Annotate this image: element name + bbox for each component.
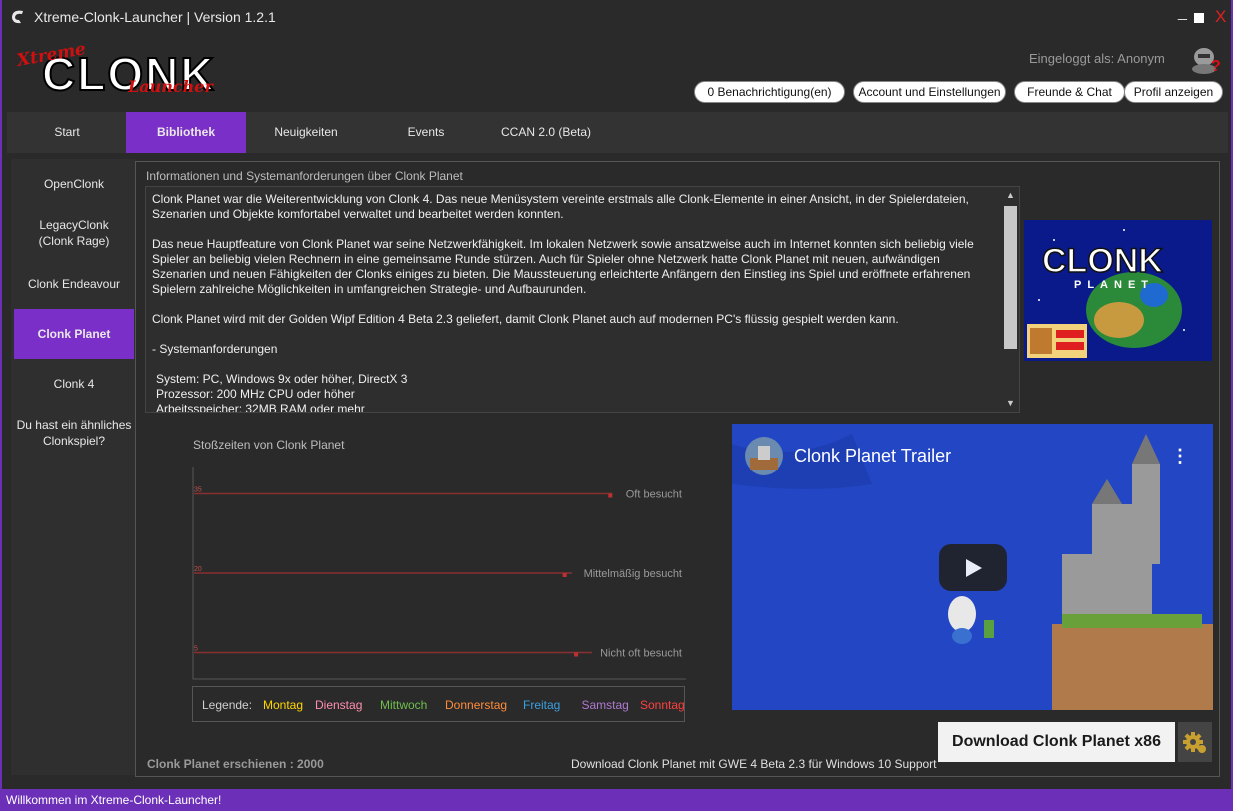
sidebar-item-openclonk[interactable]: OpenClonk — [14, 169, 134, 199]
scroll-down-arrow-icon[interactable]: ▼ — [1002, 395, 1019, 412]
requirement-line: Arbeitsspeicher: 32MB RAM oder mehr — [156, 402, 365, 413]
close-button[interactable]: X — [1215, 7, 1226, 27]
tab-news[interactable]: Neuigkeiten — [246, 112, 366, 153]
info-heading: Informationen und Systemanforderungen üb… — [146, 169, 463, 183]
info-text: Clonk Planet war die Weiterentwicklung v… — [152, 192, 997, 413]
reference-line-label: Oft besucht — [626, 489, 682, 501]
legend-item-samstag[interactable]: Samstag — [582, 698, 629, 712]
game-detail-panel: Informationen und Systemanforderungen üb… — [135, 161, 1220, 777]
app-icon — [12, 10, 23, 24]
visits-chart: 35 Oft besucht 20 Mittelmäßig besucht 5 Nicht… — [192, 467, 686, 680]
chart-title: Stoßzeiten von Clonk Planet — [193, 438, 345, 452]
legend-title: Legende: — [202, 698, 253, 712]
logo: CLONK Xtreme Launcher — [16, 42, 215, 101]
info-paragraph: Clonk Planet wird mit der Golden Wipf Ed… — [152, 312, 899, 326]
main-window: Xtreme-Clonk-Launcher | Version 1.2.1 _ … — [2, 0, 1231, 789]
cover-subtitle: PLANET — [1074, 279, 1154, 291]
legend-item-donnerstag[interactable]: Donnerstag — [445, 698, 507, 712]
reference-line-marker — [574, 652, 579, 657]
maximize-button[interactable] — [1194, 13, 1204, 23]
game-sidebar: OpenClonk LegacyClonk (Clonk Rage) Clonk… — [11, 159, 136, 775]
release-year: Clonk Planet erschienen : 2000 — [147, 757, 324, 771]
reference-line-label: Nicht oft besucht — [600, 648, 682, 660]
reference-line-marker — [562, 573, 567, 577]
video-menu-icon[interactable]: ⋮ — [1171, 446, 1189, 467]
legend-item-sonntag[interactable]: Sonntag — [640, 698, 685, 712]
info-paragraph: Das neue Hauptfeature von Clonk Planet w… — [152, 237, 974, 296]
chart-legend: Legende: Montag Dienstag Mittwoch Donnersta… — [192, 686, 685, 722]
tab-ccan[interactable]: CCAN 2.0 (Beta) — [486, 112, 606, 153]
info-paragraph: Clonk Planet war die Weiterentwicklung v… — [152, 192, 969, 221]
info-scrollbar[interactable]: ▲ ▼ — [1002, 187, 1019, 412]
y-tick-label: 20 — [194, 566, 202, 573]
reference-line-marker — [608, 493, 613, 498]
main-nav: Start Bibliothek Neuigkeiten Events CCAN… — [7, 112, 1228, 153]
login-status: Eingeloggt als: Anonym — [1029, 51, 1165, 66]
sidebar-item-clonk-endeavour[interactable]: Clonk Endeavour — [14, 269, 134, 299]
cover-title: CLONK — [1042, 242, 1163, 280]
status-text: Willkommen im Xtreme-Clonk-Launcher! — [6, 793, 222, 807]
download-settings-button[interactable] — [1178, 722, 1212, 762]
account-settings-button[interactable]: Account und Einstellungen — [853, 81, 1006, 103]
friends-chat-button[interactable]: Freunde & Chat — [1014, 81, 1125, 103]
channel-avatar[interactable] — [744, 436, 784, 476]
view-profile-button[interactable]: Profil anzeigen — [1124, 81, 1223, 103]
gear-icon — [1183, 732, 1206, 753]
download-info: Download Clonk Planet mit GWE 4 Beta 2.3… — [571, 757, 937, 771]
tab-start[interactable]: Start — [7, 112, 127, 153]
play-button[interactable] — [939, 544, 1007, 591]
svg-text:?: ? — [1211, 58, 1221, 74]
title-bar: Xtreme-Clonk-Launcher | Version 1.2.1 _ … — [2, 0, 1231, 36]
trailer-video[interactable]: Clonk Planet Trailer ⋮ — [732, 424, 1213, 710]
legend-item-montag[interactable]: Montag — [263, 698, 303, 712]
tab-events[interactable]: Events — [366, 112, 486, 153]
legend-item-freitag[interactable]: Freitag — [523, 698, 560, 712]
y-tick-label: 5 — [194, 646, 198, 653]
reference-line-label: Mittelmäßig besucht — [584, 568, 682, 580]
logo-sub-text: Launcher — [127, 77, 214, 96]
status-bar: Willkommen im Xtreme-Clonk-Launcher! — [0, 789, 1233, 811]
legend-item-mittwoch[interactable]: Mittwoch — [380, 698, 427, 712]
video-title[interactable]: Clonk Planet Trailer — [794, 446, 951, 467]
sidebar-item-clonk-planet[interactable]: Clonk Planet — [14, 309, 134, 359]
sidebar-item-clonk-4[interactable]: Clonk 4 — [14, 369, 134, 399]
game-cover-image: CLONK PLANET — [1024, 220, 1212, 361]
legend-item-dienstag[interactable]: Dienstag — [315, 698, 362, 712]
minimize-button[interactable]: _ — [1178, 4, 1187, 22]
tab-library[interactable]: Bibliothek — [126, 112, 246, 153]
info-textbox[interactable]: Clonk Planet war die Weiterentwicklung v… — [145, 186, 1020, 413]
requirement-line: System: PC, Windows 9x oder höher, Direc… — [156, 372, 408, 386]
scroll-up-arrow-icon[interactable]: ▲ — [1002, 187, 1019, 204]
y-tick-label: 35 — [194, 487, 202, 494]
sidebar-item-similar-game[interactable]: Du hast ein ähnliches Clonkspiel? — [14, 417, 134, 449]
scroll-thumb[interactable] — [1004, 206, 1017, 349]
play-icon — [966, 559, 982, 577]
notifications-button[interactable]: 0 Benachrichtigung(en) — [694, 81, 845, 103]
requirement-line: Prozessor: 200 MHz CPU oder höher — [156, 387, 355, 401]
info-paragraph: - Systemanforderungen — [152, 342, 278, 356]
sidebar-item-legacyclonk[interactable]: LegacyClonk (Clonk Rage) — [14, 217, 134, 249]
avatar[interactable]: ? — [1189, 44, 1223, 74]
window-title: Xtreme-Clonk-Launcher | Version 1.2.1 — [34, 9, 276, 25]
download-button[interactable]: Download Clonk Planet x86 — [938, 722, 1175, 762]
